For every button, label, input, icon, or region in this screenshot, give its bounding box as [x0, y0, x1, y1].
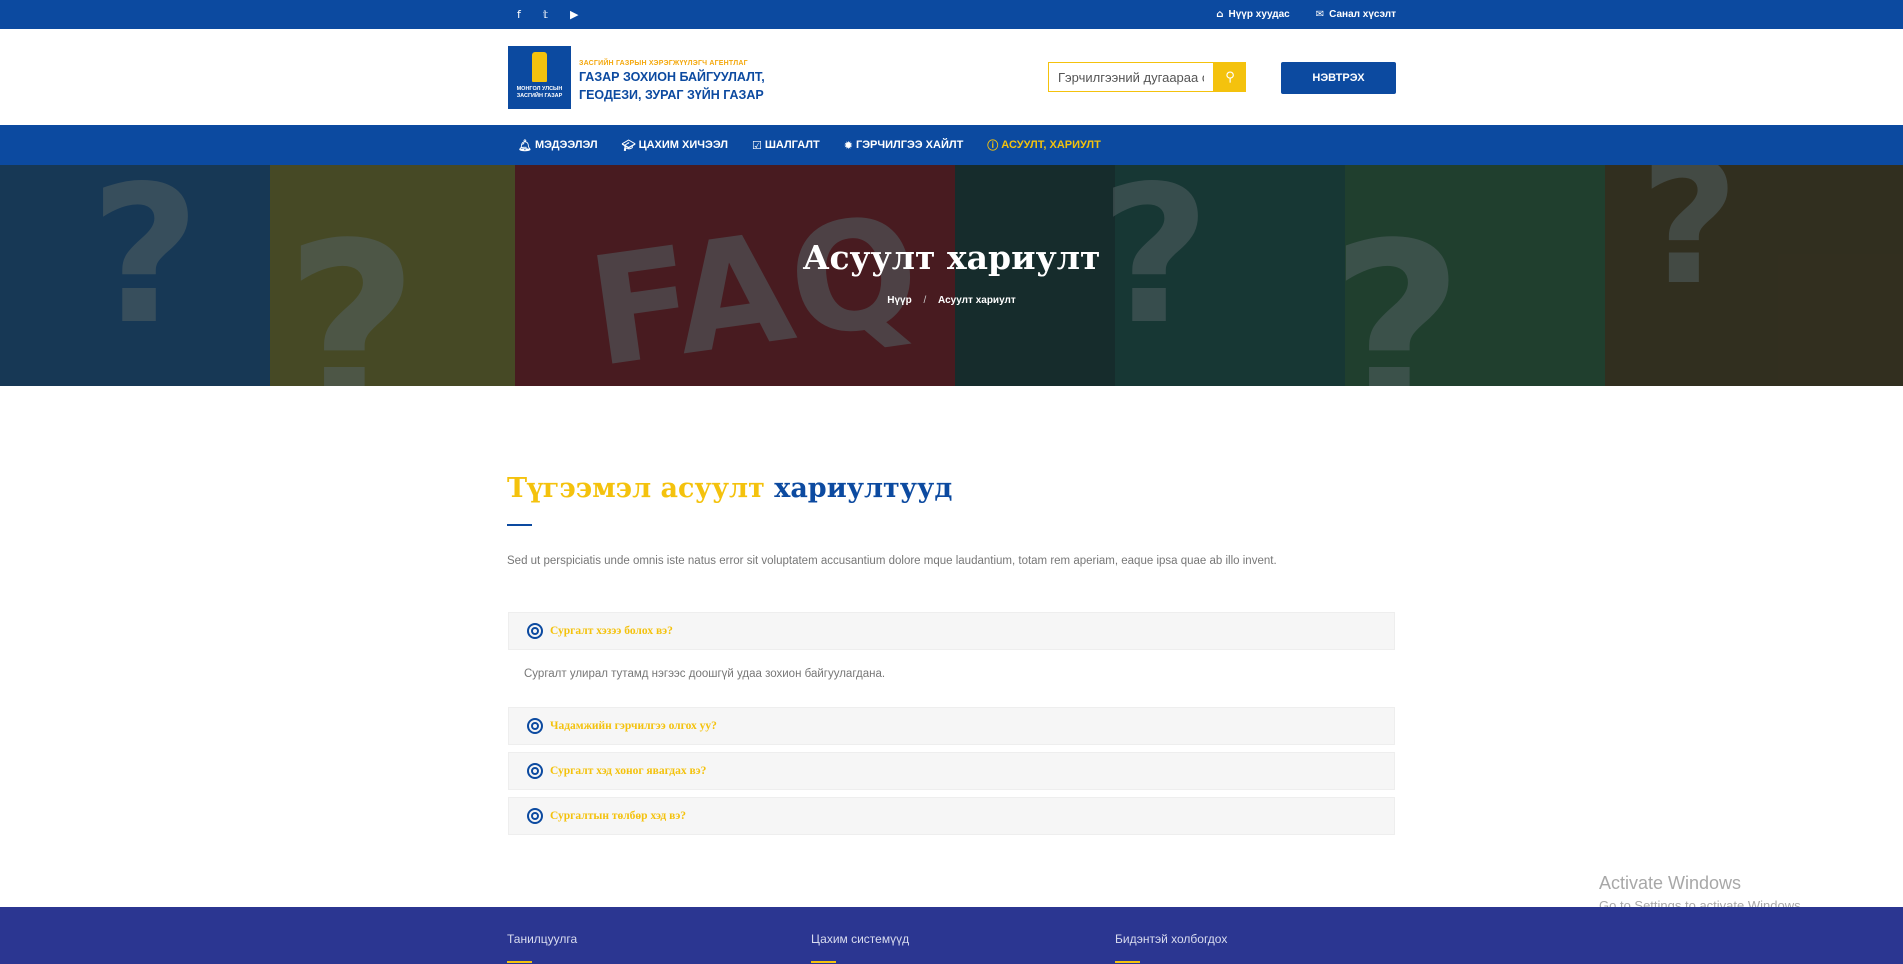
breadcrumb-home[interactable]: Нүүр: [887, 295, 911, 306]
site-header: МОНГОЛ УЛСЫН ЗАСГИЙН ГАЗАР ЗАСГИЙН ГАЗРЫ…: [0, 29, 1903, 125]
footer-heading-contact: Бидэнтэй холбогдох: [1115, 932, 1228, 946]
search-icon: ⚲: [1225, 69, 1235, 85]
faq-question: Сургалтын төлбөр хэд вэ?: [550, 810, 687, 822]
faq-item-1[interactable]: Сургалт хэзээ болох вэ?: [508, 612, 1395, 650]
footer-heading-underline: [1115, 961, 1140, 963]
home-icon: ⌂: [1216, 9, 1224, 20]
nav-item-label: АСУУЛТ, ХАРИУЛТ: [1001, 139, 1101, 151]
youtube-icon[interactable]: ▶: [570, 8, 578, 21]
nav-item-label: ЦАХИМ ХИЧЭЭЛ: [638, 139, 728, 151]
certificate-icon: ✹: [843, 138, 853, 152]
logo-subtitle: ЗАСГИЙН ГАЗРЫН ХЭРЭГЖҮҮЛЭГЧ АГЕНТЛАГ: [579, 60, 748, 67]
site-footer: Танилцуулга Цахим системүүд Бидэнтэй хол…: [0, 907, 1903, 964]
faq-item-2[interactable]: Чадамжийн гэрчилгээ олгох уу?: [508, 707, 1395, 745]
certificate-search-input[interactable]: [1048, 62, 1214, 92]
nav-item-label: ШАЛГАЛТ: [764, 139, 820, 151]
page-banner: ? ? FAQ ? ? ? Асуулт хариулт Нүүр / Асуу…: [0, 165, 1903, 386]
feedback-link-label: Санал хүсэлт: [1329, 9, 1396, 20]
feedback-link[interactable]: ✉ Санал хүсэлт: [1316, 9, 1396, 20]
faq-item-4[interactable]: Сургалтын төлбөр хэд вэ?: [508, 797, 1395, 835]
bell-icon: 🔔︎: [518, 138, 532, 152]
faq-heading-yellow: Түгээмэл асуулт: [507, 473, 765, 504]
search-button[interactable]: ⚲: [1214, 62, 1246, 92]
nav-item-exam[interactable]: ☑ ШАЛГАЛТ: [752, 139, 820, 152]
home-link-label: Нүүр хуудас: [1228, 9, 1290, 20]
breadcrumb-current: Асуулт хариулт: [938, 295, 1016, 306]
facebook-icon[interactable]: f: [517, 8, 521, 21]
top-bar: f 𝕥 ▶ ⌂ Нүүр хуудас ✉ Санал хүсэлт: [0, 0, 1903, 29]
heading-divider: [507, 524, 532, 526]
top-links: ⌂ Нүүр хуудас ✉ Санал хүсэлт: [1216, 0, 1396, 29]
footer-heading-systems: Цахим системүүд: [811, 932, 910, 946]
certificate-search: ⚲: [1048, 62, 1246, 92]
footer-heading-underline: [507, 961, 532, 963]
social-links: f 𝕥 ▶: [517, 0, 578, 29]
soyombo-icon: [532, 52, 547, 82]
faq-item-3[interactable]: Сургалт хэд хоног явагдах вэ?: [508, 752, 1395, 790]
faq-answer: Сургалт улирал тутамд нэгээс доошгүй уда…: [524, 668, 886, 680]
login-button[interactable]: НЭВТРЭХ: [1281, 62, 1396, 94]
main-nav: 🔔︎ МЭДЭЭЛЭЛ 🎓︎ ЦАХИМ ХИЧЭЭЛ ☑ ШАЛГАЛТ ✹ …: [0, 125, 1903, 165]
nav-item-label: ГЭРЧИЛГЭЭ ХАЙЛТ: [855, 139, 964, 151]
logo-title-line2: ГЕОДЕЗИ, ЗУРАГ ЗҮЙН ГАЗАР: [579, 88, 764, 102]
faq-heading: Түгээмэл асуулт хариултууд: [507, 473, 952, 504]
envelope-icon: ✉: [1315, 9, 1325, 20]
toggle-circle-icon: [527, 718, 543, 734]
nav-item-certificate-search[interactable]: ✹ ГЭРЧИЛГЭЭ ХАЙЛТ: [844, 139, 964, 152]
activate-windows-title: Activate Windows: [1599, 873, 1742, 893]
toggle-circle-icon: [527, 763, 543, 779]
logo-caption: МОНГОЛ УЛСЫН ЗАСГИЙН ГАЗАР: [516, 86, 563, 99]
home-link[interactable]: ⌂ Нүүр хуудас: [1216, 9, 1289, 20]
logo-title-line1: ГАЗАР ЗОХИОН БАЙГУУЛАЛТ,: [579, 70, 765, 84]
breadcrumb: Нүүр / Асуулт хариулт: [0, 295, 1903, 306]
toggle-circle-icon: [527, 808, 543, 824]
emblem-logo[interactable]: МОНГОЛ УЛСЫН ЗАСГИЙН ГАЗАР: [508, 46, 571, 109]
logo-text[interactable]: ЗАСГИЙН ГАЗРЫН ХЭРЭГЖҮҮЛЭГЧ АГЕНТЛАГ ГАЗ…: [579, 60, 765, 103]
toggle-circle-icon: [527, 623, 543, 639]
page-title: Асуулт хариулт: [802, 238, 1101, 277]
check-square-icon: ☑: [751, 138, 762, 152]
faq-question: Сургалт хэд хоног явагдах вэ?: [550, 765, 707, 777]
nav-item-label: МЭДЭЭЛЭЛ: [534, 139, 598, 151]
faq-intro-text: Sed ut perspiciatis unde omnis iste natu…: [507, 555, 1277, 567]
footer-heading-about: Танилцуулга: [507, 932, 578, 946]
footer-heading-underline: [811, 961, 836, 963]
twitter-icon[interactable]: 𝕥: [543, 8, 548, 21]
graduation-cap-icon: 🎓︎: [621, 138, 636, 152]
nav-item-faq[interactable]: ⓘ АСУУЛТ, ХАРИУЛТ: [987, 137, 1101, 153]
nav-item-elearning[interactable]: 🎓︎ ЦАХИМ ХИЧЭЭЛ: [622, 139, 728, 152]
info-circle-icon: ⓘ: [987, 139, 999, 152]
faq-heading-blue: хариултууд: [774, 473, 953, 504]
faq-question: Чадамжийн гэрчилгээ олгох уу?: [550, 720, 717, 732]
faq-question: Сургалт хэзээ болох вэ?: [550, 625, 673, 637]
nav-item-news[interactable]: 🔔︎ МЭДЭЭЛЭЛ: [518, 139, 598, 152]
breadcrumb-separator: /: [923, 295, 927, 306]
